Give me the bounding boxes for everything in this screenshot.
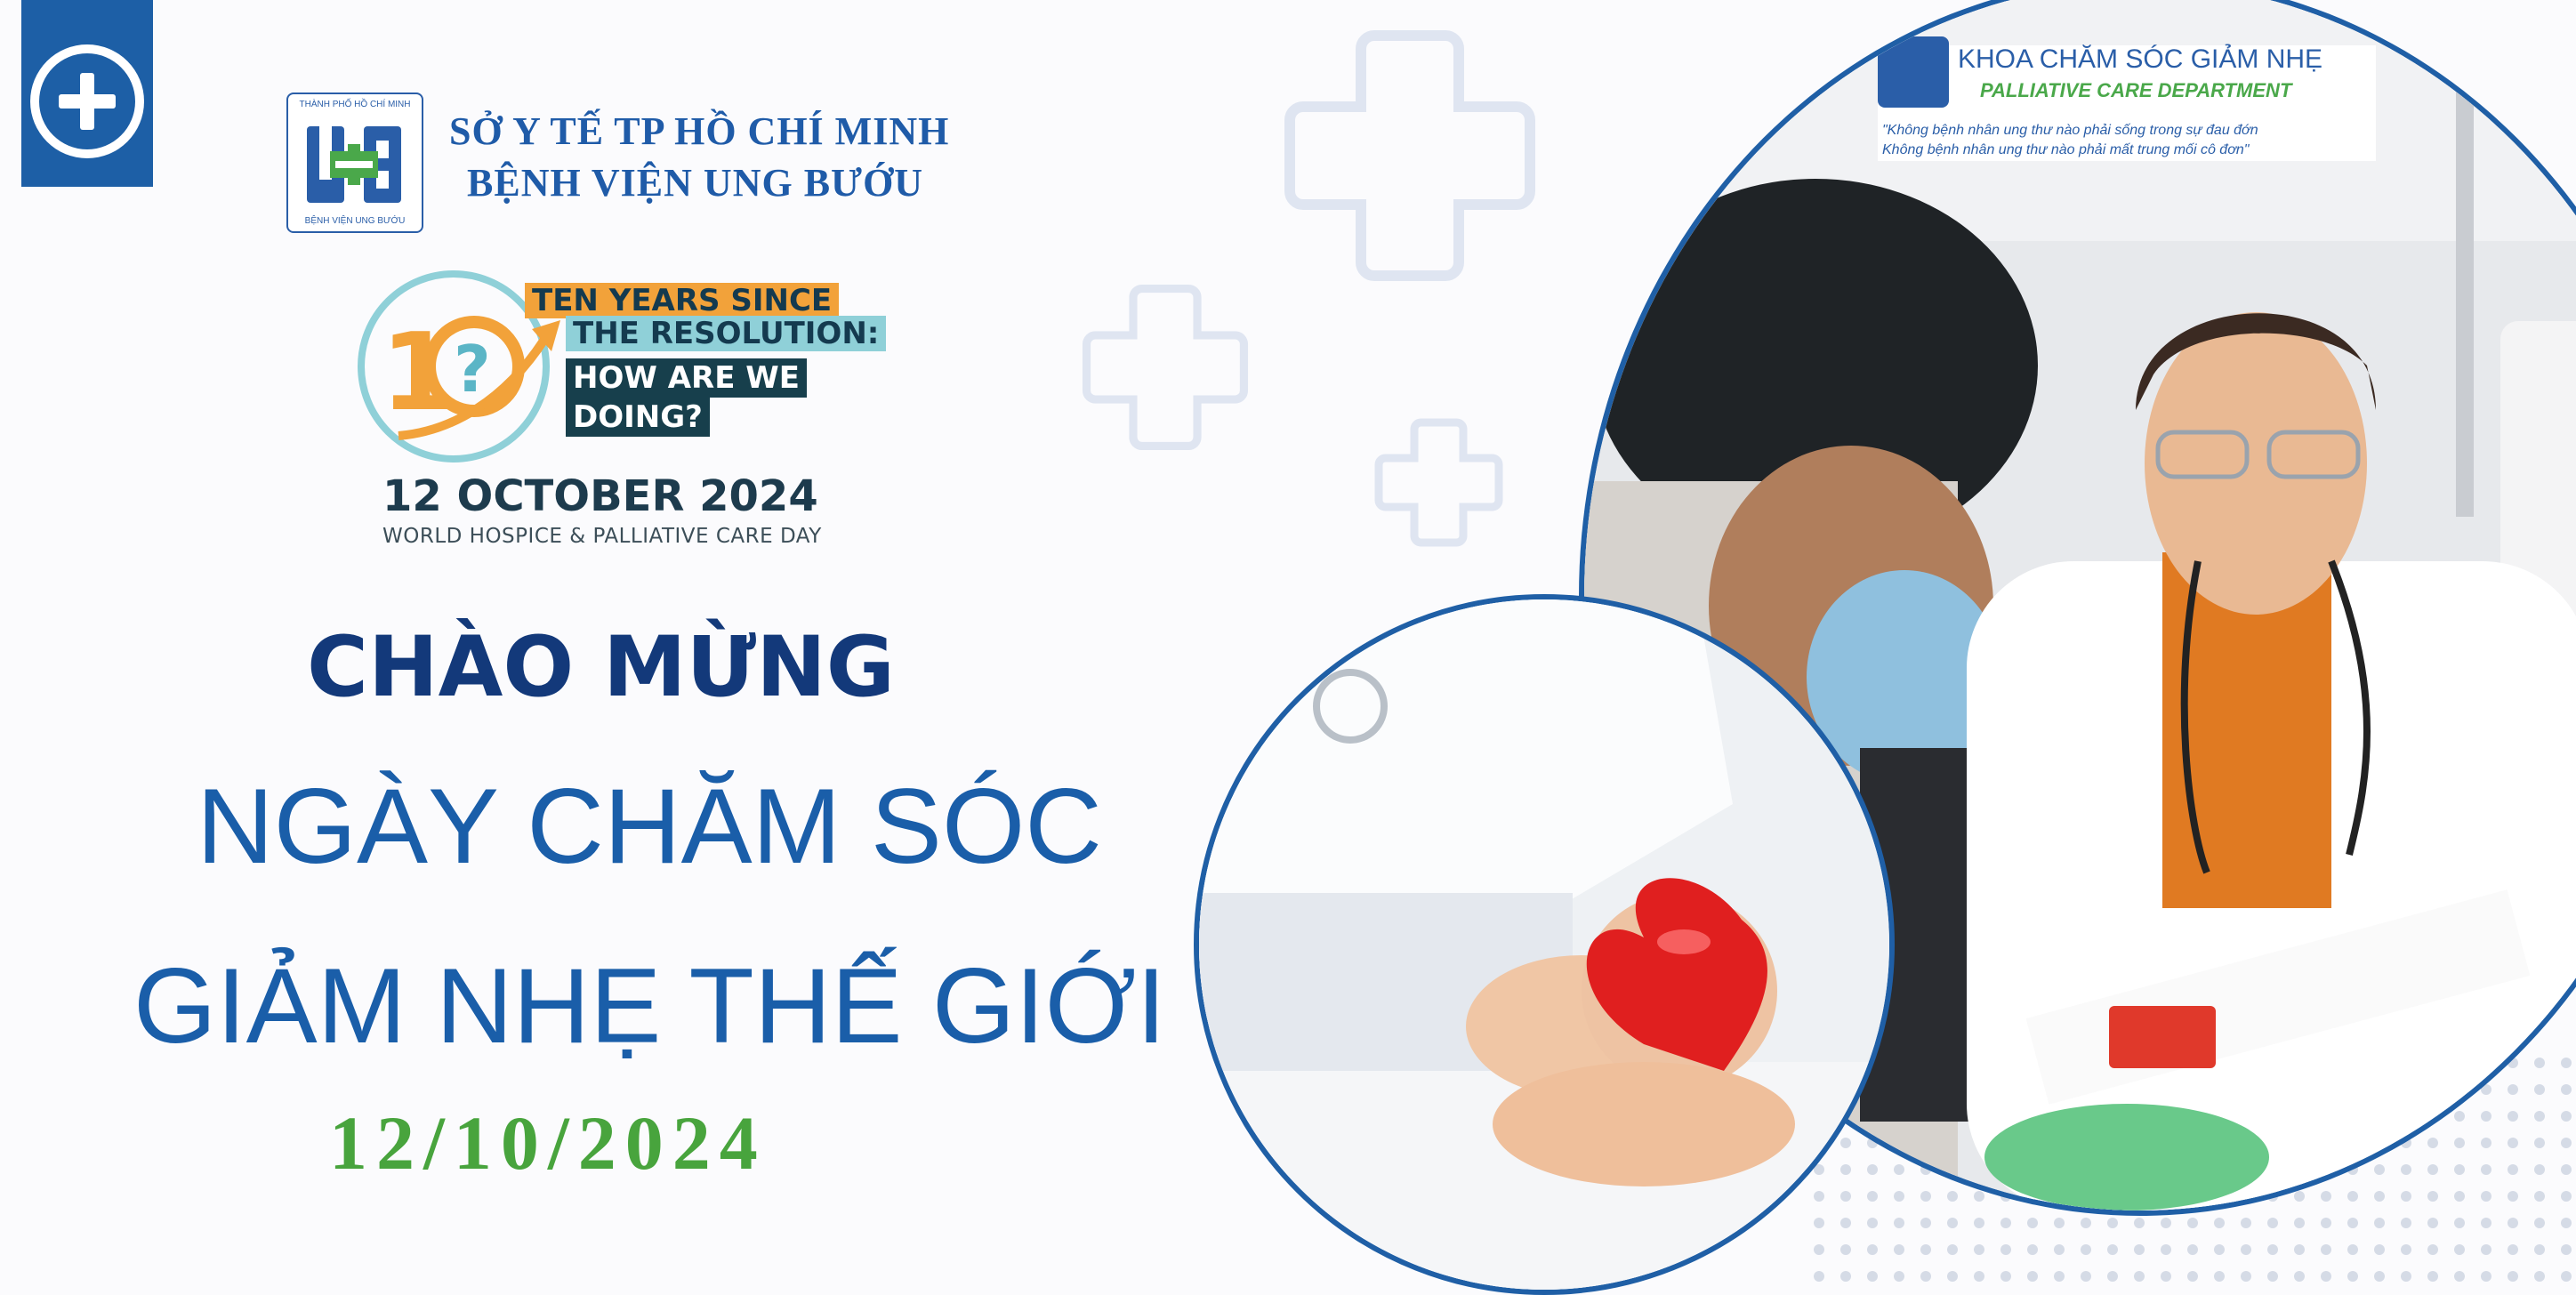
event-date: 12 OCTOBER 2024 bbox=[382, 471, 818, 521]
headline-line2: GIẢM NHẸ THẾ GIỚI bbox=[133, 946, 1166, 1066]
org-name-line2: BỆNH VIỆN UNG BƯỚU bbox=[467, 161, 924, 205]
plus-icon bbox=[30, 44, 144, 158]
org-name-line1: SỞ Y TẾ TP HỒ CHÍ MINH bbox=[449, 109, 950, 153]
logo-top-text: THÀNH PHỐ HỒ CHÍ MINH bbox=[299, 100, 411, 109]
campaign-line2: THE RESOLUTION: bbox=[566, 316, 887, 351]
plus-outline-icon bbox=[1082, 284, 1249, 451]
campaign-line1: TEN YEARS SINCE bbox=[525, 283, 840, 318]
headline-date: 12/10/2024 bbox=[329, 1100, 767, 1186]
campaign-line4: DOING? bbox=[566, 398, 710, 437]
heart-hands-photo bbox=[1194, 594, 1895, 1295]
svg-text:?: ? bbox=[454, 332, 491, 406]
logo-bottom-text: BỆNH VIỆN UNG BƯỚU bbox=[304, 216, 406, 226]
corner-badge bbox=[21, 0, 153, 187]
headline-line1: NGÀY CHĂM SÓC bbox=[197, 767, 1102, 886]
event-name: WORLD HOSPICE & PALLIATIVE CARE DAY bbox=[382, 525, 822, 548]
sign-quote1: "Không bệnh nhân ung thư nào phải sống t… bbox=[1882, 123, 2258, 138]
sign-quote2: Không bệnh nhân ung thư nào phải mất tru… bbox=[1882, 142, 2250, 157]
plus-outline-icon bbox=[1374, 418, 1503, 547]
hospital-logo: THÀNH PHỐ HỒ CHÍ MINH BỆNH VIỆN UNG BƯỚU bbox=[286, 92, 423, 233]
campaign-line3: HOW ARE WE bbox=[566, 358, 807, 398]
plus-outline-icon bbox=[1284, 30, 1535, 281]
welcome-heading: CHÀO MỪNG bbox=[307, 619, 895, 716]
sign-subtitle: PALLIATIVE CARE DEPARTMENT bbox=[1980, 79, 2293, 101]
ub-logo-mark bbox=[307, 126, 401, 203]
sign-title: KHOA CHĂM SÓC GIẢM NHẸ bbox=[1958, 44, 2322, 74]
